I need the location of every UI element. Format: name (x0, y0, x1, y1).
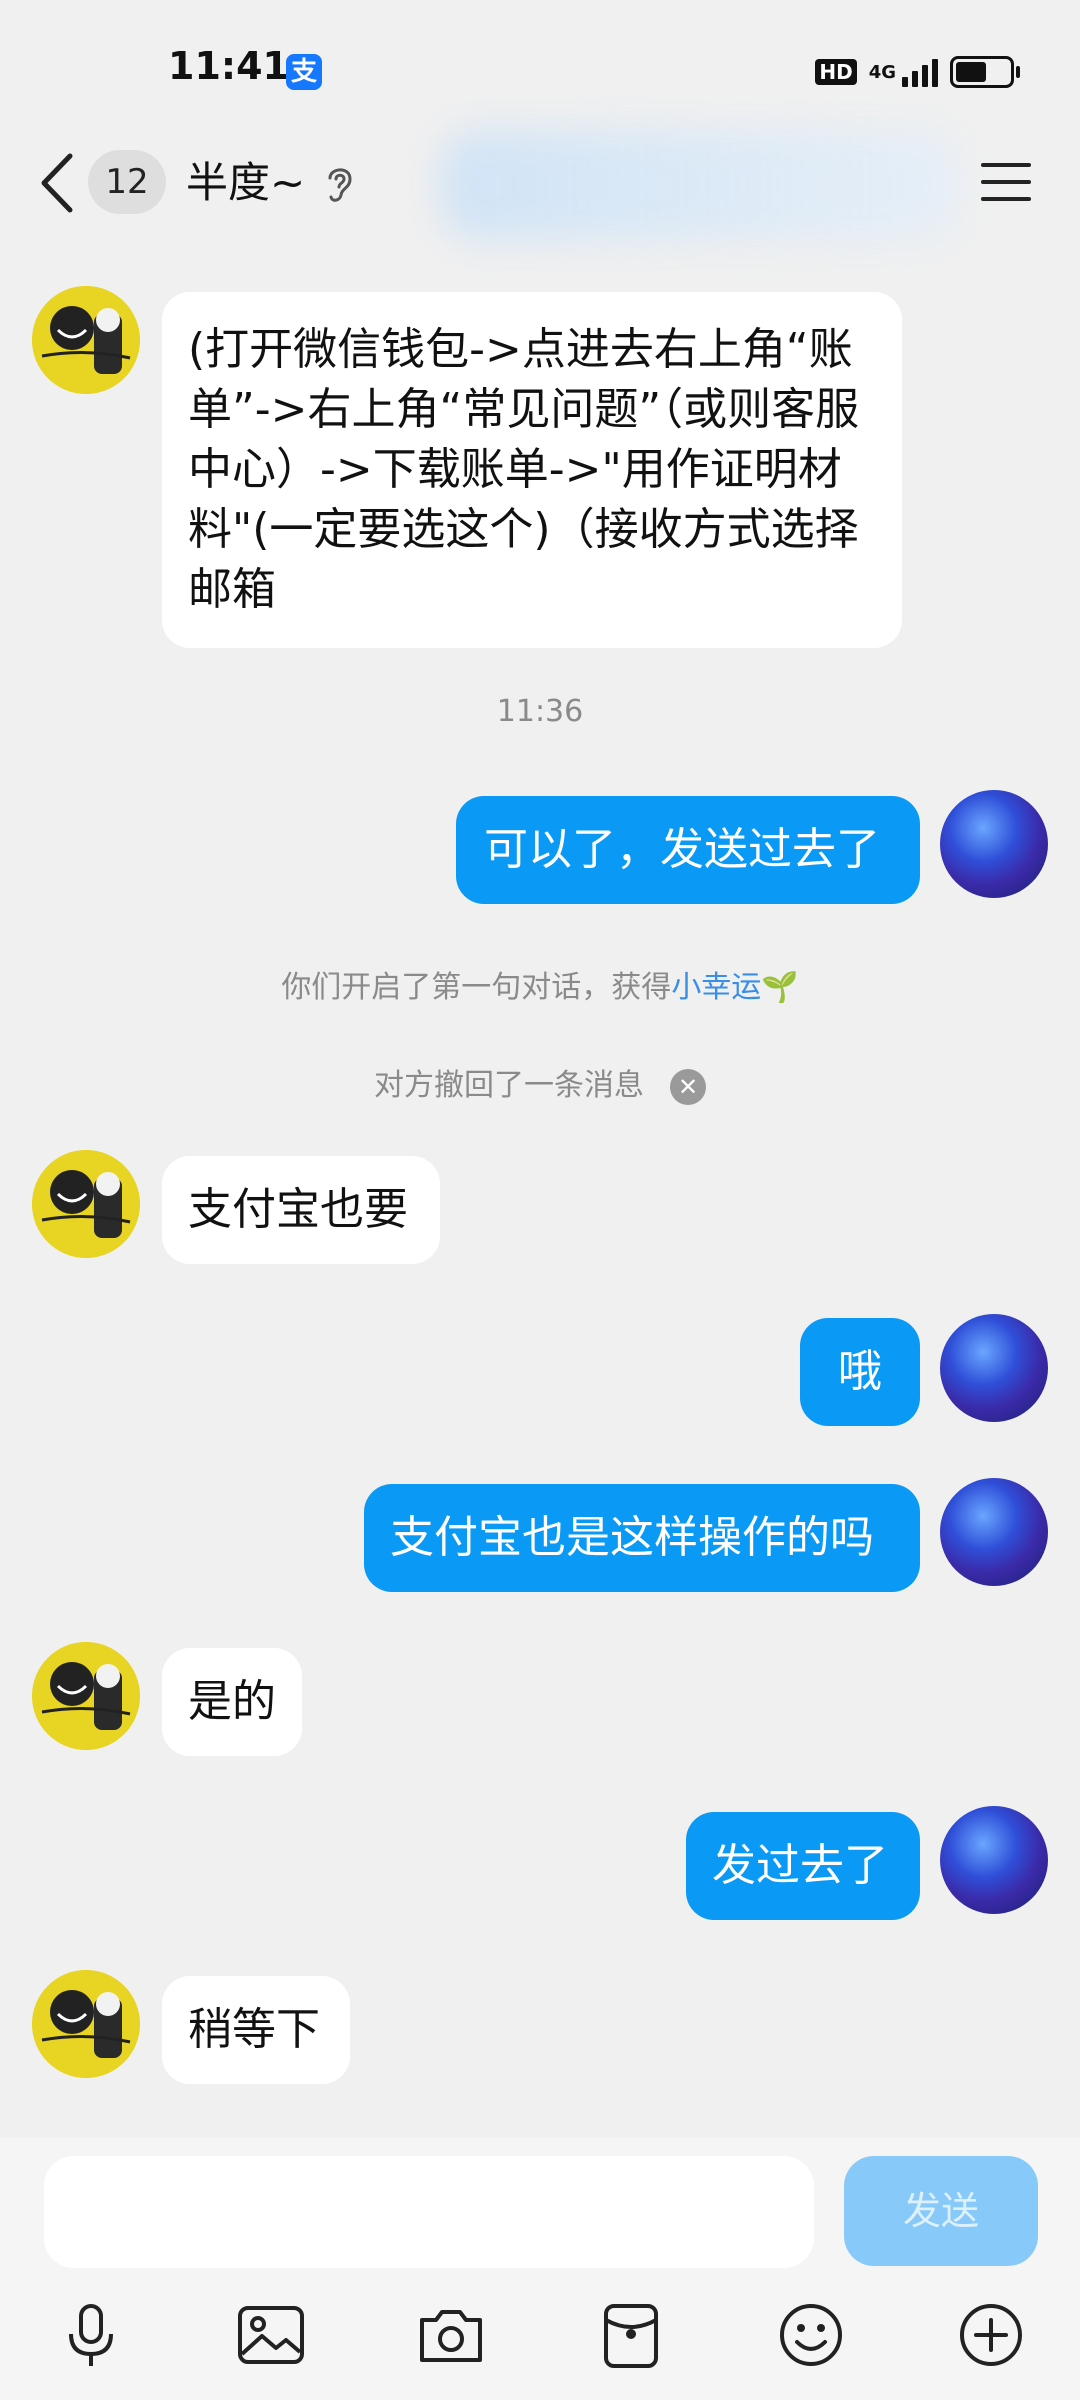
unread-count-badge[interactable]: 12 (88, 150, 166, 214)
menu-icon[interactable] (980, 160, 1032, 204)
message-text: 支付宝也要 (188, 1184, 408, 1235)
red-packet-icon[interactable] (596, 2300, 666, 2370)
system-notice-first-conversation: 你们开启了第一句对话，获得小幸运🌱 (0, 962, 1080, 1006)
message-text: 哦 (838, 1346, 882, 1397)
message-text: (打开微信钱包->点进去右上角“账单”->右上角“常见问题”（或则客服中心）->… (188, 324, 860, 615)
image-icon[interactable] (236, 2300, 306, 2370)
plus-icon[interactable] (956, 2300, 1026, 2370)
microphone-icon[interactable] (56, 2300, 126, 2370)
camera-icon[interactable] (416, 2300, 486, 2370)
my-avatar[interactable] (940, 1314, 1048, 1422)
close-icon[interactable]: ✕ (670, 1068, 706, 1105)
status-indicators: HD 4G (815, 52, 1020, 92)
message-input[interactable] (44, 2156, 814, 2268)
message-text: 发过去了 (712, 1840, 888, 1891)
blurred-header-area (440, 130, 960, 240)
sprout-icon: 🌱 (761, 970, 799, 1005)
hd-icon: HD (815, 59, 857, 85)
message-bubble-incoming[interactable]: 是的 (162, 1648, 302, 1756)
alipay-badge-icon: 支 (286, 54, 322, 90)
message-bubble-incoming[interactable]: 支付宝也要 (162, 1156, 440, 1264)
emoji-icon[interactable] (776, 2300, 846, 2370)
status-bar: 11:41 支 HD 4G (0, 0, 1080, 140)
send-button[interactable]: 发送 (844, 2156, 1038, 2266)
message-text: 稍等下 (188, 2004, 320, 2055)
contact-avatar[interactable] (32, 1150, 140, 1258)
contact-avatar[interactable] (32, 1642, 140, 1750)
contact-avatar[interactable] (32, 286, 140, 394)
timestamp: 11:36 (496, 694, 584, 729)
message-bubble-incoming[interactable]: (打开微信钱包->点进去右上角“账单”->右上角“常见问题”（或则客服中心）->… (162, 292, 902, 648)
contact-avatar[interactable] (32, 1970, 140, 2078)
my-avatar[interactable] (940, 1478, 1048, 1586)
back-icon[interactable] (36, 150, 80, 216)
message-bubble-outgoing[interactable]: 发过去了 (686, 1812, 920, 1920)
message-bubble-outgoing[interactable]: 哦 (800, 1318, 920, 1426)
my-avatar[interactable] (940, 790, 1048, 898)
status-time: 11:41 (168, 44, 289, 88)
system-notice-text: 你们开启了第一句对话，获得 (281, 970, 672, 1005)
network-type: 4G (868, 61, 896, 83)
signal-icon (902, 57, 938, 87)
lucky-link[interactable]: 小幸运 (671, 970, 761, 1005)
message-text: 支付宝也是这样操作的吗 (390, 1512, 874, 1563)
ear-icon[interactable] (322, 162, 356, 204)
battery-icon (950, 56, 1020, 88)
recalled-text: 对方撤回了一条消息 (374, 1068, 644, 1103)
message-bubble-outgoing[interactable]: 支付宝也是这样操作的吗 (364, 1484, 920, 1592)
message-text: 可以了，发送过去了 (484, 824, 880, 875)
my-avatar[interactable] (940, 1806, 1048, 1914)
system-notice-recalled: 对方撤回了一条消息 ✕ (0, 1060, 1080, 1105)
message-bubble-outgoing[interactable]: 可以了，发送过去了 (456, 796, 920, 904)
message-text: 是的 (188, 1676, 276, 1727)
message-bubble-incoming[interactable]: 稍等下 (162, 1976, 350, 2084)
contact-name[interactable]: 半度~ (186, 150, 305, 216)
